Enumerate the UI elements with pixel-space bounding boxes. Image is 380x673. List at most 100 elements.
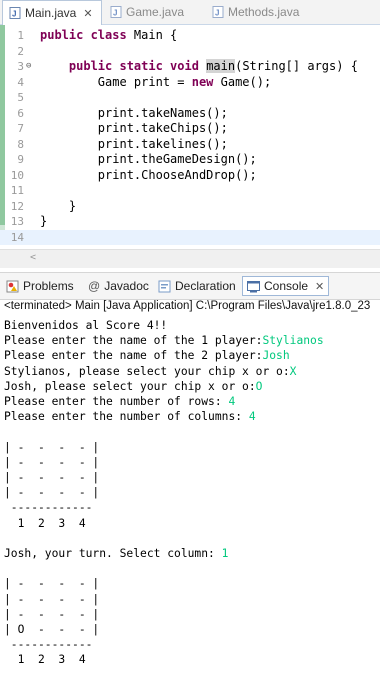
output-text: ------------ [4,501,93,515]
console-line: Please enter the name of the 2 player:Jo… [4,348,290,363]
code-token: } [40,214,48,228]
tab-javadoc[interactable]: @ Javadoc [84,276,153,296]
code-line[interactable]: 3 ⊖ public static void main(String[] args… [0,59,380,75]
tab-game-java[interactable]: J Game.java [104,0,194,24]
user-input-text: 4 [248,410,256,424]
code-line[interactable]: 4 Game print = new Game(); [0,75,380,91]
user-input-text: 1 [221,547,229,560]
code-token: } [40,198,77,213]
console-line: Josh, your turn. Select column: 1 [4,546,228,561]
code-token: print.takelines(); [40,136,228,151]
tab-main-java[interactable]: J Main.java ✕ [2,0,102,25]
output-text: Josh, please select your chip x or o: [4,379,256,393]
svg-text:J: J [215,9,219,18]
code-line[interactable]: 6 print.takeNames(); [0,106,380,122]
java-file-icon: J [110,6,122,18]
code-line[interactable]: 2 [0,44,380,60]
code-token: (String[] args) { [235,59,358,73]
code-line[interactable]: 11 [0,183,380,199]
line-number: 8 [17,137,24,151]
tab-label: Console [264,279,309,293]
output-text: Please enter the number of rows: [4,395,229,408]
code-line[interactable]: 1 public class Main { [0,28,380,44]
editor-tab-bar: J Main.java ✕ J Game.java J Methods.java [0,0,380,25]
tab-methods-java[interactable]: J Methods.java [206,0,316,24]
tab-label: Javadoc [104,279,149,293]
code-token: print.ChooseAndDrop(); [40,167,257,182]
console-line: Please enter the number of columns: 4 [4,409,256,424]
code-token: Main { [126,28,178,42]
output-text: | - - - - | [4,577,100,591]
user-input-text: Josh [262,349,290,363]
console-line: | - - - - | [4,485,99,500]
java-file-icon: J [9,7,21,19]
console-line: ------------ [4,500,93,515]
code-token: print.takeChips(); [40,121,228,135]
output-text: Bienvenidos al Score 4!! [4,319,168,332]
line-number: 13 [10,215,24,228]
code-line[interactable]: 14 [0,229,380,245]
output-text: | - - - - | [4,592,100,606]
code-text: print.ChooseAndDrop(); [40,168,257,184]
output-text: Please enter the name of the 1 player: [4,334,263,348]
console-line: Please enter the name of the 1 player:St… [4,333,324,348]
tab-problems[interactable]: Problems [2,276,78,296]
code-line[interactable]: 5 [0,90,380,106]
code-token: public class [40,28,127,42]
output-text: 1 2 3 4 [4,516,86,530]
code-line[interactable]: 13} [0,214,380,230]
scroll-left-icon[interactable]: < [30,252,36,263]
code-text: Game print = new Game(); [40,75,271,91]
code-token: new [191,74,214,89]
code-token: main [206,59,236,73]
console-line: Please enter the number of rows: 4 [4,394,235,409]
close-icon[interactable]: ✕ [83,7,92,20]
console-line: 1 2 3 4 [4,652,86,667]
user-input-text: Stylianos [262,334,324,348]
code-text: } [40,199,76,215]
console-line: | - - - - | [4,607,99,622]
code-text: public class Main { [40,28,177,44]
line-number: 14 [10,230,24,244]
line-number: 2 [17,44,24,58]
tab-label: Game.java [126,5,185,19]
console-line: 1 2 3 4 [4,516,86,531]
output-text: | - - - - | [4,607,100,621]
output-text: | - - - - | [4,471,100,484]
output-text: Please enter the number of columns: [4,410,249,424]
code-text: } [40,214,47,230]
console-icon [247,280,260,293]
output-text: ------------ [4,638,93,652]
console-line: | - - - - | [4,440,99,455]
code-line[interactable]: 10 print.ChooseAndDrop(); [0,168,380,184]
code-token: Game print = [40,74,192,89]
horizontal-scrollbar[interactable]: < [0,249,380,268]
code-line[interactable]: 7 print.takeChips(); [0,121,380,137]
code-line[interactable]: 12 } [0,199,380,215]
console-line: | - - - - | [4,470,99,485]
code-text: print.takeChips(); [40,121,228,137]
user-input-text: X [289,364,297,378]
console-line: | O - - - | [4,622,99,637]
tab-declaration[interactable]: Declaration [154,276,240,296]
tab-label: Problems [23,279,74,293]
terminated-status: <terminated> Main [Java Application] C:\… [4,300,371,312]
line-number: 5 [17,91,24,104]
output-text: | - - - - | [4,440,100,454]
svg-text:J: J [12,10,16,19]
user-input-text: O [255,379,263,393]
svg-text:J: J [113,9,117,18]
fold-icon[interactable]: ⊖ [26,59,31,75]
close-icon[interactable]: ✕ [315,280,324,293]
line-number: 1 [17,29,24,42]
code-text: public static void main(String[] args) { [40,59,358,75]
code-editor[interactable]: < 1 public class Main { 2 3 ⊖ public static … [0,25,380,268]
output-text: | - - - - | [4,486,100,500]
tab-console[interactable]: Console ✕ [242,276,330,296]
code-line[interactable]: 9 print.theGameDesign(); [0,152,380,168]
output-text: 1 2 3 4 [4,653,86,667]
view-tab-bar: Problems @ Javadoc Declaration Console ✕ [0,272,380,300]
output-text: Stylianos, please select your chip x or … [4,364,290,378]
code-line[interactable]: 8 print.takelines(); [0,137,380,153]
